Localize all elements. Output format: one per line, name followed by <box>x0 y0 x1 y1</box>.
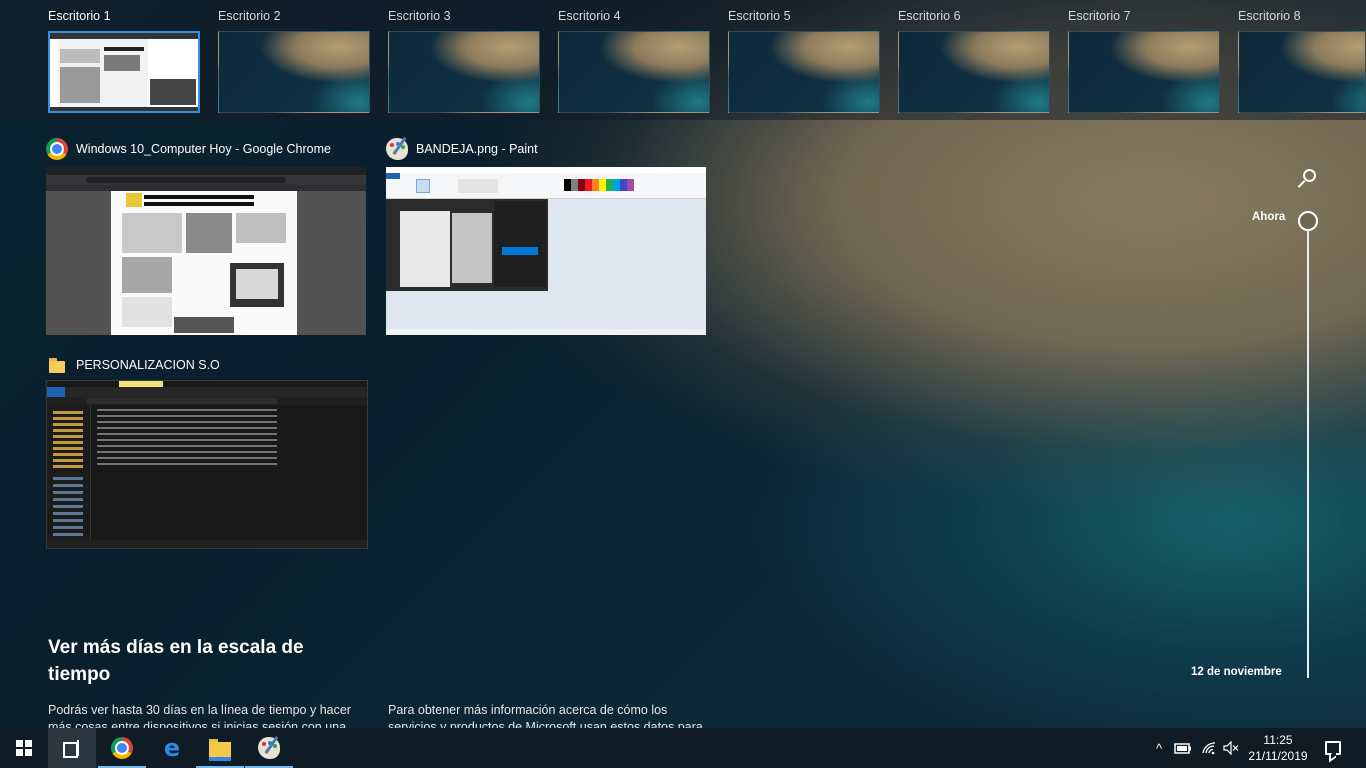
desktop-7[interactable]: Escritorio 7 <box>1020 0 1220 120</box>
window-chrome[interactable]: Windows 10_Computer Hoy - Google Chrome <box>46 137 366 335</box>
paint-icon <box>258 737 280 759</box>
desktop-label: Escritorio 3 <box>388 9 451 23</box>
virtual-desktops-strip: Escritorio 1 Escritorio 2 Escritorio 3 E… <box>0 0 1366 120</box>
window-thumbnail[interactable] <box>46 167 366 335</box>
chrome-icon <box>111 737 133 759</box>
window-title-bar: BANDEJA.png - Paint <box>386 137 538 161</box>
windows-logo-icon <box>16 740 32 756</box>
desktop-3[interactable]: Escritorio 3 <box>340 0 540 120</box>
desktop-label: Escritorio 5 <box>728 9 791 23</box>
task-view-button[interactable] <box>48 728 96 768</box>
taskbar-edge-button[interactable]: e <box>148 728 196 768</box>
desktop-label: Escritorio 4 <box>558 9 621 23</box>
promo-text-right: Para obtener más información acerca de c… <box>388 703 703 728</box>
clock-time: 11:25 <box>1263 733 1293 747</box>
taskbar-file-explorer-button[interactable] <box>196 728 244 768</box>
desktop-thumbnail[interactable] <box>1238 31 1366 113</box>
battery-tray-button[interactable] <box>1172 728 1194 768</box>
edge-icon: e <box>163 734 181 762</box>
desktop-5[interactable]: Escritorio 5 <box>680 0 880 120</box>
volume-tray-button[interactable] <box>1220 728 1242 768</box>
desktop-label: Escritorio 8 <box>1238 9 1301 23</box>
taskbar-paint-button[interactable] <box>245 728 293 768</box>
window-thumbnail[interactable] <box>386 167 706 335</box>
window-title: BANDEJA.png - Paint <box>416 142 538 156</box>
desktop-6[interactable]: Escritorio 6 <box>850 0 1050 120</box>
window-paint[interactable]: BANDEJA.png - Paint <box>386 137 706 335</box>
desktop-label: Escritorio 2 <box>218 9 281 23</box>
desktop-1[interactable]: Escritorio 1 <box>0 0 200 120</box>
battery-icon <box>1174 743 1191 754</box>
window-file-explorer[interactable]: PERSONALIZACION S.O <box>46 353 368 549</box>
search-icon <box>1303 169 1316 182</box>
desktop-label: Escritorio 1 <box>48 9 111 23</box>
window-title-bar: PERSONALIZACION S.O <box>46 353 220 377</box>
timeline-scrubber-handle[interactable] <box>1298 211 1318 231</box>
folder-icon <box>46 354 68 376</box>
clock-date: 21/11/2019 <box>1248 749 1308 763</box>
desktop-4[interactable]: Escritorio 4 <box>510 0 710 120</box>
show-hidden-icons-button[interactable]: ^ <box>1150 728 1168 768</box>
desktop-2[interactable]: Escritorio 2 <box>170 0 370 120</box>
chrome-icon <box>46 138 68 160</box>
timeline-date-label: 12 de noviembre <box>1191 666 1282 678</box>
window-title: Windows 10_Computer Hoy - Google Chrome <box>76 142 331 156</box>
volume-muted-icon <box>1223 741 1239 755</box>
timeline-now-label: Ahora <box>1252 211 1286 223</box>
taskbar-clock[interactable]: 11:25 21/11/2019 <box>1240 732 1316 764</box>
taskbar-chrome-button[interactable] <box>98 728 146 768</box>
start-button[interactable] <box>0 728 48 768</box>
timeline-search-button[interactable] <box>1296 166 1320 190</box>
notifications-icon <box>1325 741 1341 755</box>
wifi-icon <box>1202 742 1216 755</box>
paint-icon <box>386 138 408 160</box>
desktop-8[interactable]: Escritorio 8 <box>1190 0 1366 120</box>
network-tray-button[interactable] <box>1198 728 1220 768</box>
window-thumbnail[interactable] <box>46 380 368 549</box>
desktop-label: Escritorio 7 <box>1068 9 1131 23</box>
promo-heading: Ver más días en la escala de tiempo <box>48 637 304 685</box>
taskbar: e ^ 11:25 21/11/2019 <box>0 728 1366 768</box>
task-view-icon <box>63 740 81 758</box>
window-title-bar: Windows 10_Computer Hoy - Google Chrome <box>46 137 331 161</box>
file-explorer-icon <box>209 739 231 761</box>
desktop-label: Escritorio 6 <box>898 9 961 23</box>
chevron-up-icon: ^ <box>1155 740 1163 756</box>
timeline-track[interactable] <box>1307 230 1309 678</box>
action-center-button[interactable] <box>1318 728 1348 768</box>
window-title: PERSONALIZACION S.O <box>76 358 220 372</box>
promo-text-left: Podrás ver hasta 30 días en la línea de … <box>48 703 351 728</box>
